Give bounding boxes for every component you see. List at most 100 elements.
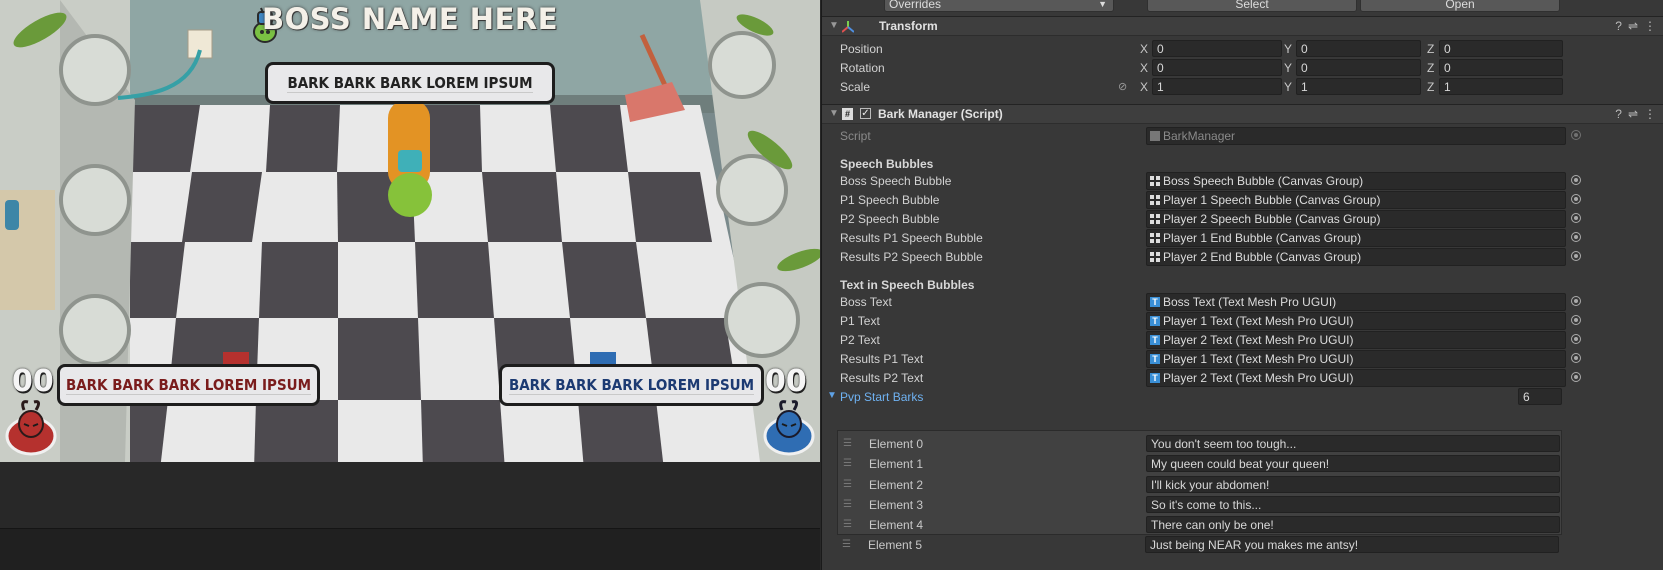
scale-x-field[interactable]: 1 [1152, 78, 1282, 95]
boss-text-field[interactable]: T Boss Text (Text Mesh Pro UGUI) [1146, 293, 1566, 311]
script-field: BarkManager [1146, 127, 1566, 145]
object-picker-icon[interactable] [1571, 372, 1581, 382]
element-text-field[interactable]: You don't seem too tough... [1146, 435, 1560, 452]
p2-text-field[interactable]: T Player 2 Text (Text Mesh Pro UGUI) [1146, 331, 1566, 349]
fold-arrow-icon[interactable]: ▼ [829, 20, 839, 31]
canvas-group-icon [1150, 233, 1160, 243]
component-header-icons: ? ⇌ ⋮ [1615, 107, 1656, 121]
p1-speech-bubble-field[interactable]: Player 1 Speech Bubble (Canvas Group) [1146, 191, 1566, 209]
pvp-barks-list: ☰ Element 0 You don't seem too tough... … [837, 430, 1562, 535]
drag-handle-icon[interactable]: ☰ [843, 499, 852, 510]
element-text-field[interactable]: So it's come to this... [1146, 496, 1560, 513]
transform-icon [842, 21, 854, 33]
position-y-field[interactable]: 0 [1296, 40, 1421, 57]
p1-text-field[interactable]: T Player 1 Text (Text Mesh Pro UGUI) [1146, 312, 1566, 330]
field-value: Boss Text (Text Mesh Pro UGUI) [1163, 295, 1337, 309]
more-options-icon[interactable]: ⋮ [1644, 107, 1656, 121]
axis-x-label: X [1140, 80, 1149, 94]
list-element-row: ☰ Element 0 You don't seem too tough... [838, 434, 1563, 454]
drag-handle-icon[interactable]: ☰ [842, 539, 851, 550]
field-label: Results P2 Speech Bubble [840, 250, 983, 264]
drag-handle-icon[interactable]: ☰ [843, 519, 852, 530]
object-picker-icon[interactable] [1571, 194, 1581, 204]
canvas-group-icon [1150, 252, 1160, 262]
object-picker-icon[interactable] [1571, 213, 1581, 223]
object-picker-icon[interactable] [1571, 353, 1581, 363]
element-text-field[interactable]: I'll kick your abdomen! [1146, 476, 1560, 493]
list-element-row: ☰ Element 4 There can only be one! [838, 515, 1563, 535]
overrides-dropdown[interactable]: Overrides ▼ [884, 0, 1114, 12]
object-picker-icon [1571, 130, 1581, 140]
enabled-checkbox[interactable]: ✓ [860, 108, 871, 119]
element-text-field[interactable]: My queen could beat your queen! [1146, 455, 1560, 472]
object-picker-icon[interactable] [1571, 315, 1581, 325]
presets-icon[interactable]: ⇌ [1628, 19, 1638, 33]
object-picker-icon[interactable] [1571, 251, 1581, 261]
drag-handle-icon[interactable]: ☰ [843, 458, 852, 469]
more-options-icon[interactable]: ⋮ [1644, 19, 1656, 33]
axis-z-label: Z [1427, 42, 1435, 56]
fold-arrow-icon[interactable]: ▼ [827, 390, 837, 401]
player1-bark-text: BARK BARK BARK LOREM IPSUM [65, 375, 312, 395]
red-ant-icon [5, 400, 57, 456]
open-button[interactable]: Open [1360, 0, 1560, 12]
position-x-field[interactable]: 0 [1152, 40, 1282, 57]
constrain-proportions-icon[interactable]: ⊘ [1118, 80, 1127, 93]
element-label: Element 3 [869, 498, 924, 512]
results-p1-text-field[interactable]: T Player 1 Text (Text Mesh Pro UGUI) [1146, 350, 1566, 368]
results-p1-speech-bubble-field[interactable]: Player 1 End Bubble (Canvas Group) [1146, 229, 1566, 247]
boss-name-title: BOSS NAME HERE [262, 2, 559, 36]
overrides-label: Overrides [889, 0, 942, 11]
tmp-text-icon: T [1150, 316, 1160, 326]
game-viewport: BOSS NAME HERE BARK BARK BARK LOREM IPSU… [0, 0, 820, 462]
element-text-field[interactable]: Just being NEAR you makes me antsy! [1145, 536, 1559, 553]
pvp-start-barks-row[interactable]: ▼ Pvp Start Barks 6 [822, 388, 1663, 407]
drag-handle-icon[interactable]: ☰ [843, 479, 852, 490]
pvp-start-barks-label: Pvp Start Barks [840, 390, 924, 404]
results-p2-speech-bubble-field[interactable]: Player 2 End Bubble (Canvas Group) [1146, 248, 1566, 266]
field-label: Boss Text [840, 295, 892, 309]
canvas-group-icon [1150, 214, 1160, 224]
script-hash-icon: # [842, 108, 853, 120]
boss-text-row: Boss Text T Boss Text (Text Mesh Pro UGUI… [822, 293, 1663, 312]
scale-z-field[interactable]: 1 [1439, 78, 1563, 95]
object-picker-icon[interactable] [1571, 232, 1581, 242]
p2-speech-bubble-row: P2 Speech Bubble Player 2 Speech Bubble … [822, 210, 1663, 229]
player2-bark-text: BARK BARK BARK LOREM IPSUM [508, 375, 755, 395]
object-picker-icon[interactable] [1571, 296, 1581, 306]
inspector-panel: Overrides ▼ Select Open ▼ Transform ? ⇌ … [821, 0, 1663, 570]
list-size-field[interactable]: 6 [1518, 388, 1562, 405]
object-picker-icon[interactable] [1571, 175, 1581, 185]
results-p2-text-field[interactable]: T Player 2 Text (Text Mesh Pro UGUI) [1146, 369, 1566, 387]
object-picker-icon[interactable] [1571, 334, 1581, 344]
rotation-x-field[interactable]: 0 [1152, 59, 1282, 76]
element-text-field[interactable]: There can only be one! [1146, 516, 1560, 533]
tmp-text-icon: T [1150, 354, 1160, 364]
boss-speech-bubble-field[interactable]: Boss Speech Bubble (Canvas Group) [1146, 172, 1566, 190]
field-label: Results P1 Text [840, 352, 924, 366]
help-icon[interactable]: ? [1615, 19, 1622, 33]
player2-speech-bubble: BARK BARK BARK LOREM IPSUM [499, 364, 764, 406]
field-value: Player 2 End Bubble (Canvas Group) [1163, 250, 1362, 264]
list-element-row: ☰ Element 3 So it's come to this... [838, 495, 1563, 515]
position-z-field[interactable]: 0 [1439, 40, 1563, 57]
blue-ant-icon [763, 400, 815, 456]
field-label: P1 Text [840, 314, 880, 328]
bark-manager-header[interactable]: ▼ # ✓ Bark Manager (Script) ? ⇌ ⋮ [822, 104, 1663, 124]
position-row: Position X 0 Y 0 Z 0 [822, 40, 1663, 59]
scale-y-field[interactable]: 1 [1296, 78, 1421, 95]
fold-arrow-icon[interactable]: ▼ [829, 108, 839, 119]
field-label: Results P2 Text [840, 371, 924, 385]
select-button[interactable]: Select [1147, 0, 1357, 12]
p2-speech-bubble-field[interactable]: Player 2 Speech Bubble (Canvas Group) [1146, 210, 1566, 228]
drag-handle-icon[interactable]: ☰ [843, 438, 852, 449]
rotation-z-field[interactable]: 0 [1439, 59, 1563, 76]
transform-header[interactable]: ▼ Transform ? ⇌ ⋮ [822, 16, 1663, 36]
element-label: Element 2 [869, 478, 924, 492]
presets-icon[interactable]: ⇌ [1628, 107, 1638, 121]
help-icon[interactable]: ? [1615, 107, 1622, 121]
rotation-y-field[interactable]: 0 [1296, 59, 1421, 76]
boss-bark-text: BARK BARK BARK LOREM IPSUM [287, 73, 533, 93]
field-label: P2 Text [840, 333, 880, 347]
field-value: Player 2 Text (Text Mesh Pro UGUI) [1163, 333, 1354, 347]
